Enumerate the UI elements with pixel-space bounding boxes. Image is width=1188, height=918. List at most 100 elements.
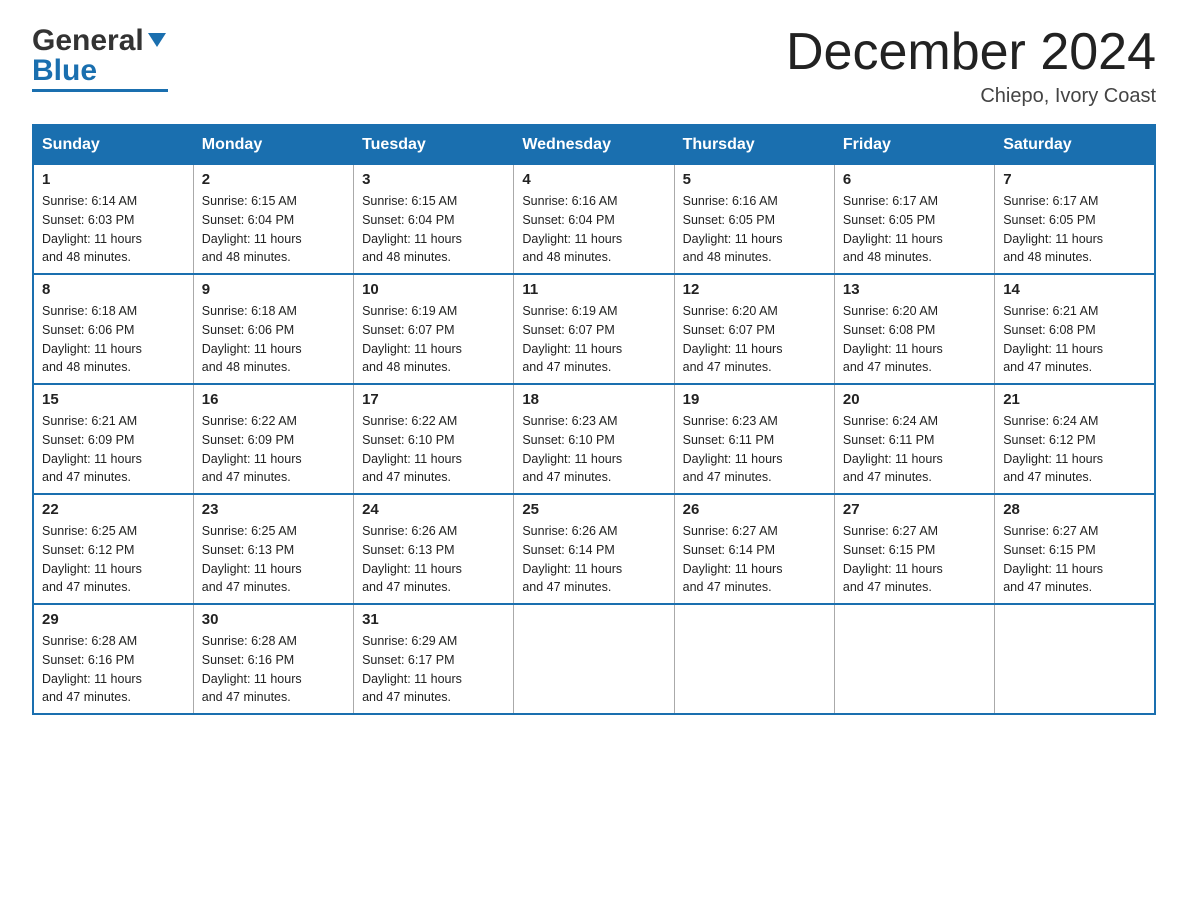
col-sunday: Sunday [33, 125, 193, 165]
day-info: Sunrise: 6:28 AMSunset: 6:16 PMDaylight:… [202, 632, 345, 707]
table-row: 30 Sunrise: 6:28 AMSunset: 6:16 PMDayligh… [193, 604, 353, 714]
logo-arrow-icon [146, 29, 168, 51]
calendar-table: Sunday Monday Tuesday Wednesday Thursday… [32, 124, 1156, 715]
day-info: Sunrise: 6:19 AMSunset: 6:07 PMDaylight:… [362, 302, 505, 377]
table-row: 1 Sunrise: 6:14 AMSunset: 6:03 PMDaylight… [33, 165, 193, 275]
day-info: Sunrise: 6:23 AMSunset: 6:11 PMDaylight:… [683, 412, 826, 487]
table-row: 19Sunrise: 6:23 AMSunset: 6:11 PMDayligh… [674, 384, 834, 494]
calendar-week-row: 22 Sunrise: 6:25 AMSunset: 6:12 PMDayligh… [33, 494, 1155, 604]
day-number: 15 [42, 391, 185, 408]
day-info: Sunrise: 6:25 AMSunset: 6:13 PMDaylight:… [202, 522, 345, 597]
table-row: 16 Sunrise: 6:22 AMSunset: 6:09 PMDayligh… [193, 384, 353, 494]
day-number: 28 [1003, 501, 1146, 518]
day-number: 8 [42, 281, 185, 298]
table-row: 18 Sunrise: 6:23 AMSunset: 6:10 PMDayligh… [514, 384, 674, 494]
day-info: Sunrise: 6:16 AMSunset: 6:04 PMDaylight:… [522, 192, 665, 267]
col-tuesday: Tuesday [354, 125, 514, 165]
day-info: Sunrise: 6:20 AMSunset: 6:08 PMDaylight:… [843, 302, 986, 377]
col-saturday: Saturday [995, 125, 1155, 165]
page-header: General Blue December 2024 Chiepo, Ivory… [32, 24, 1156, 108]
day-number: 30 [202, 611, 345, 628]
table-row: 10 Sunrise: 6:19 AMSunset: 6:07 PMDayligh… [354, 274, 514, 384]
logo: General Blue [32, 24, 168, 92]
table-row: 26 Sunrise: 6:27 AMSunset: 6:14 PMDayligh… [674, 494, 834, 604]
day-info: Sunrise: 6:23 AMSunset: 6:10 PMDaylight:… [522, 412, 665, 487]
table-row: 12Sunrise: 6:20 AMSunset: 6:07 PMDayligh… [674, 274, 834, 384]
day-number: 5 [683, 171, 826, 188]
day-number: 25 [522, 501, 665, 518]
table-row: 13 Sunrise: 6:20 AMSunset: 6:08 PMDayligh… [834, 274, 994, 384]
day-number: 21 [1003, 391, 1146, 408]
day-info: Sunrise: 6:26 AMSunset: 6:14 PMDaylight:… [522, 522, 665, 597]
header-row: Sunday Monday Tuesday Wednesday Thursday… [33, 125, 1155, 165]
day-info: Sunrise: 6:15 AMSunset: 6:04 PMDaylight:… [362, 192, 505, 267]
day-number: 31 [362, 611, 505, 628]
day-number: 11 [522, 281, 665, 298]
day-info: Sunrise: 6:22 AMSunset: 6:10 PMDaylight:… [362, 412, 505, 487]
day-info: Sunrise: 6:24 AMSunset: 6:12 PMDaylight:… [1003, 412, 1146, 487]
calendar-week-row: 1 Sunrise: 6:14 AMSunset: 6:03 PMDaylight… [33, 165, 1155, 275]
table-row: 9 Sunrise: 6:18 AMSunset: 6:06 PMDaylight… [193, 274, 353, 384]
table-row: 31 Sunrise: 6:29 AMSunset: 6:17 PMDayligh… [354, 604, 514, 714]
table-row: 29Sunrise: 6:28 AMSunset: 6:16 PMDayligh… [33, 604, 193, 714]
day-number: 1 [42, 171, 185, 188]
table-row: 5Sunrise: 6:16 AMSunset: 6:05 PMDaylight… [674, 165, 834, 275]
table-row: 17 Sunrise: 6:22 AMSunset: 6:10 PMDayligh… [354, 384, 514, 494]
table-row: 27Sunrise: 6:27 AMSunset: 6:15 PMDayligh… [834, 494, 994, 604]
day-info: Sunrise: 6:24 AMSunset: 6:11 PMDaylight:… [843, 412, 986, 487]
day-number: 18 [522, 391, 665, 408]
day-number: 20 [843, 391, 986, 408]
col-wednesday: Wednesday [514, 125, 674, 165]
table-row: 23Sunrise: 6:25 AMSunset: 6:13 PMDayligh… [193, 494, 353, 604]
day-number: 27 [843, 501, 986, 518]
day-number: 2 [202, 171, 345, 188]
table-row: 25 Sunrise: 6:26 AMSunset: 6:14 PMDayligh… [514, 494, 674, 604]
day-info: Sunrise: 6:17 AMSunset: 6:05 PMDaylight:… [1003, 192, 1146, 267]
day-info: Sunrise: 6:29 AMSunset: 6:17 PMDaylight:… [362, 632, 505, 707]
day-info: Sunrise: 6:27 AMSunset: 6:15 PMDaylight:… [1003, 522, 1146, 597]
day-number: 24 [362, 501, 505, 518]
day-info: Sunrise: 6:19 AMSunset: 6:07 PMDaylight:… [522, 302, 665, 377]
day-number: 16 [202, 391, 345, 408]
day-info: Sunrise: 6:15 AMSunset: 6:04 PMDaylight:… [202, 192, 345, 267]
day-info: Sunrise: 6:18 AMSunset: 6:06 PMDaylight:… [202, 302, 345, 377]
month-title: December 2024 [786, 24, 1156, 81]
table-row: 7 Sunrise: 6:17 AMSunset: 6:05 PMDaylight… [995, 165, 1155, 275]
day-number: 22 [42, 501, 185, 518]
table-row: 24 Sunrise: 6:26 AMSunset: 6:13 PMDayligh… [354, 494, 514, 604]
table-row [514, 604, 674, 714]
table-row: 3 Sunrise: 6:15 AMSunset: 6:04 PMDaylight… [354, 165, 514, 275]
calendar-week-row: 29 Sunrise: 6:28 AMSunset: 6:16 PMDayligh… [33, 604, 1155, 714]
table-row: 8 Sunrise: 6:18 AMSunset: 6:06 PMDaylight… [33, 274, 193, 384]
day-info: Sunrise: 6:27 AMSunset: 6:14 PMDaylight:… [683, 522, 826, 597]
day-number: 4 [522, 171, 665, 188]
day-info: Sunrise: 6:26 AMSunset: 6:13 PMDaylight:… [362, 522, 505, 597]
table-row: 14Sunrise: 6:21 AMSunset: 6:08 PMDayligh… [995, 274, 1155, 384]
table-row [834, 604, 994, 714]
day-info: Sunrise: 6:18 AMSunset: 6:06 PMDaylight:… [42, 302, 185, 377]
day-info: Sunrise: 6:22 AMSunset: 6:09 PMDaylight:… [202, 412, 345, 487]
day-number: 6 [843, 171, 986, 188]
day-number: 3 [362, 171, 505, 188]
calendar-week-row: 15Sunrise: 6:21 AMSunset: 6:09 PMDayligh… [33, 384, 1155, 494]
table-row: 15Sunrise: 6:21 AMSunset: 6:09 PMDayligh… [33, 384, 193, 494]
day-number: 26 [683, 501, 826, 518]
day-number: 9 [202, 281, 345, 298]
day-number: 7 [1003, 171, 1146, 188]
location-text: Chiepo, Ivory Coast [786, 85, 1156, 108]
col-thursday: Thursday [674, 125, 834, 165]
logo-blue-text: Blue [32, 54, 97, 87]
day-info: Sunrise: 6:21 AMSunset: 6:08 PMDaylight:… [1003, 302, 1146, 377]
title-area: December 2024 Chiepo, Ivory Coast [786, 24, 1156, 108]
day-number: 17 [362, 391, 505, 408]
table-row: 2 Sunrise: 6:15 AMSunset: 6:04 PMDaylight… [193, 165, 353, 275]
day-number: 13 [843, 281, 986, 298]
day-info: Sunrise: 6:25 AMSunset: 6:12 PMDaylight:… [42, 522, 185, 597]
col-monday: Monday [193, 125, 353, 165]
table-row: 20 Sunrise: 6:24 AMSunset: 6:11 PMDayligh… [834, 384, 994, 494]
logo-underline [32, 89, 168, 92]
table-row [995, 604, 1155, 714]
day-info: Sunrise: 6:14 AMSunset: 6:03 PMDaylight:… [42, 192, 185, 267]
day-number: 29 [42, 611, 185, 628]
day-number: 10 [362, 281, 505, 298]
